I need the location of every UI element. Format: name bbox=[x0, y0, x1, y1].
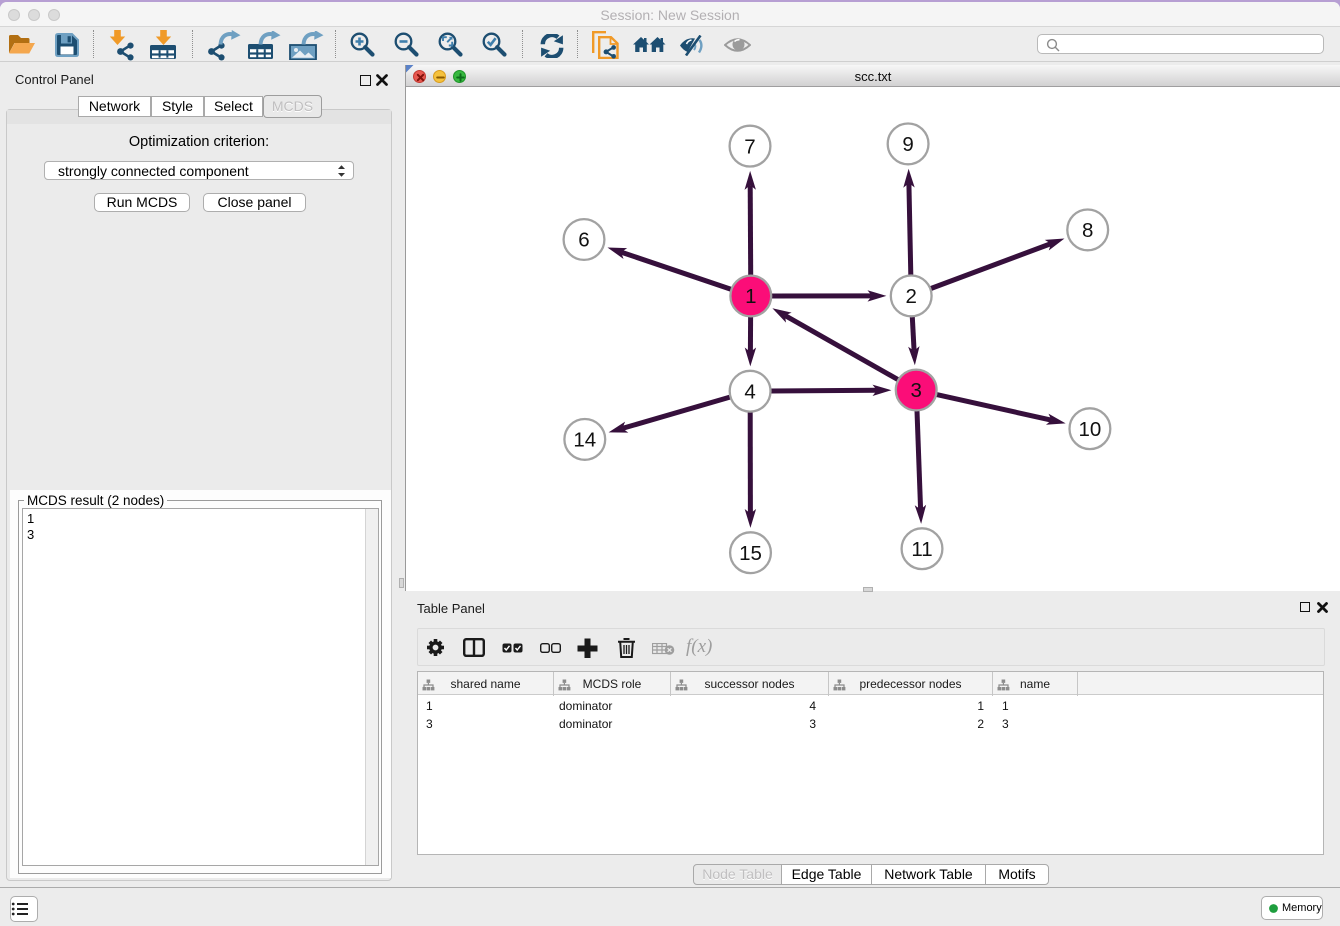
svg-text:11: 11 bbox=[911, 538, 932, 561]
svg-text:9: 9 bbox=[902, 133, 913, 156]
svg-text:8: 8 bbox=[1082, 219, 1093, 242]
svg-text:15: 15 bbox=[739, 542, 762, 565]
svg-text:4: 4 bbox=[744, 380, 755, 403]
svg-text:6: 6 bbox=[578, 229, 589, 252]
svg-text:10: 10 bbox=[1078, 418, 1101, 441]
svg-text:3: 3 bbox=[910, 379, 921, 402]
svg-text:14: 14 bbox=[573, 429, 596, 452]
svg-text:1: 1 bbox=[745, 285, 756, 308]
svg-text:2: 2 bbox=[905, 285, 916, 308]
svg-text:7: 7 bbox=[744, 135, 755, 158]
